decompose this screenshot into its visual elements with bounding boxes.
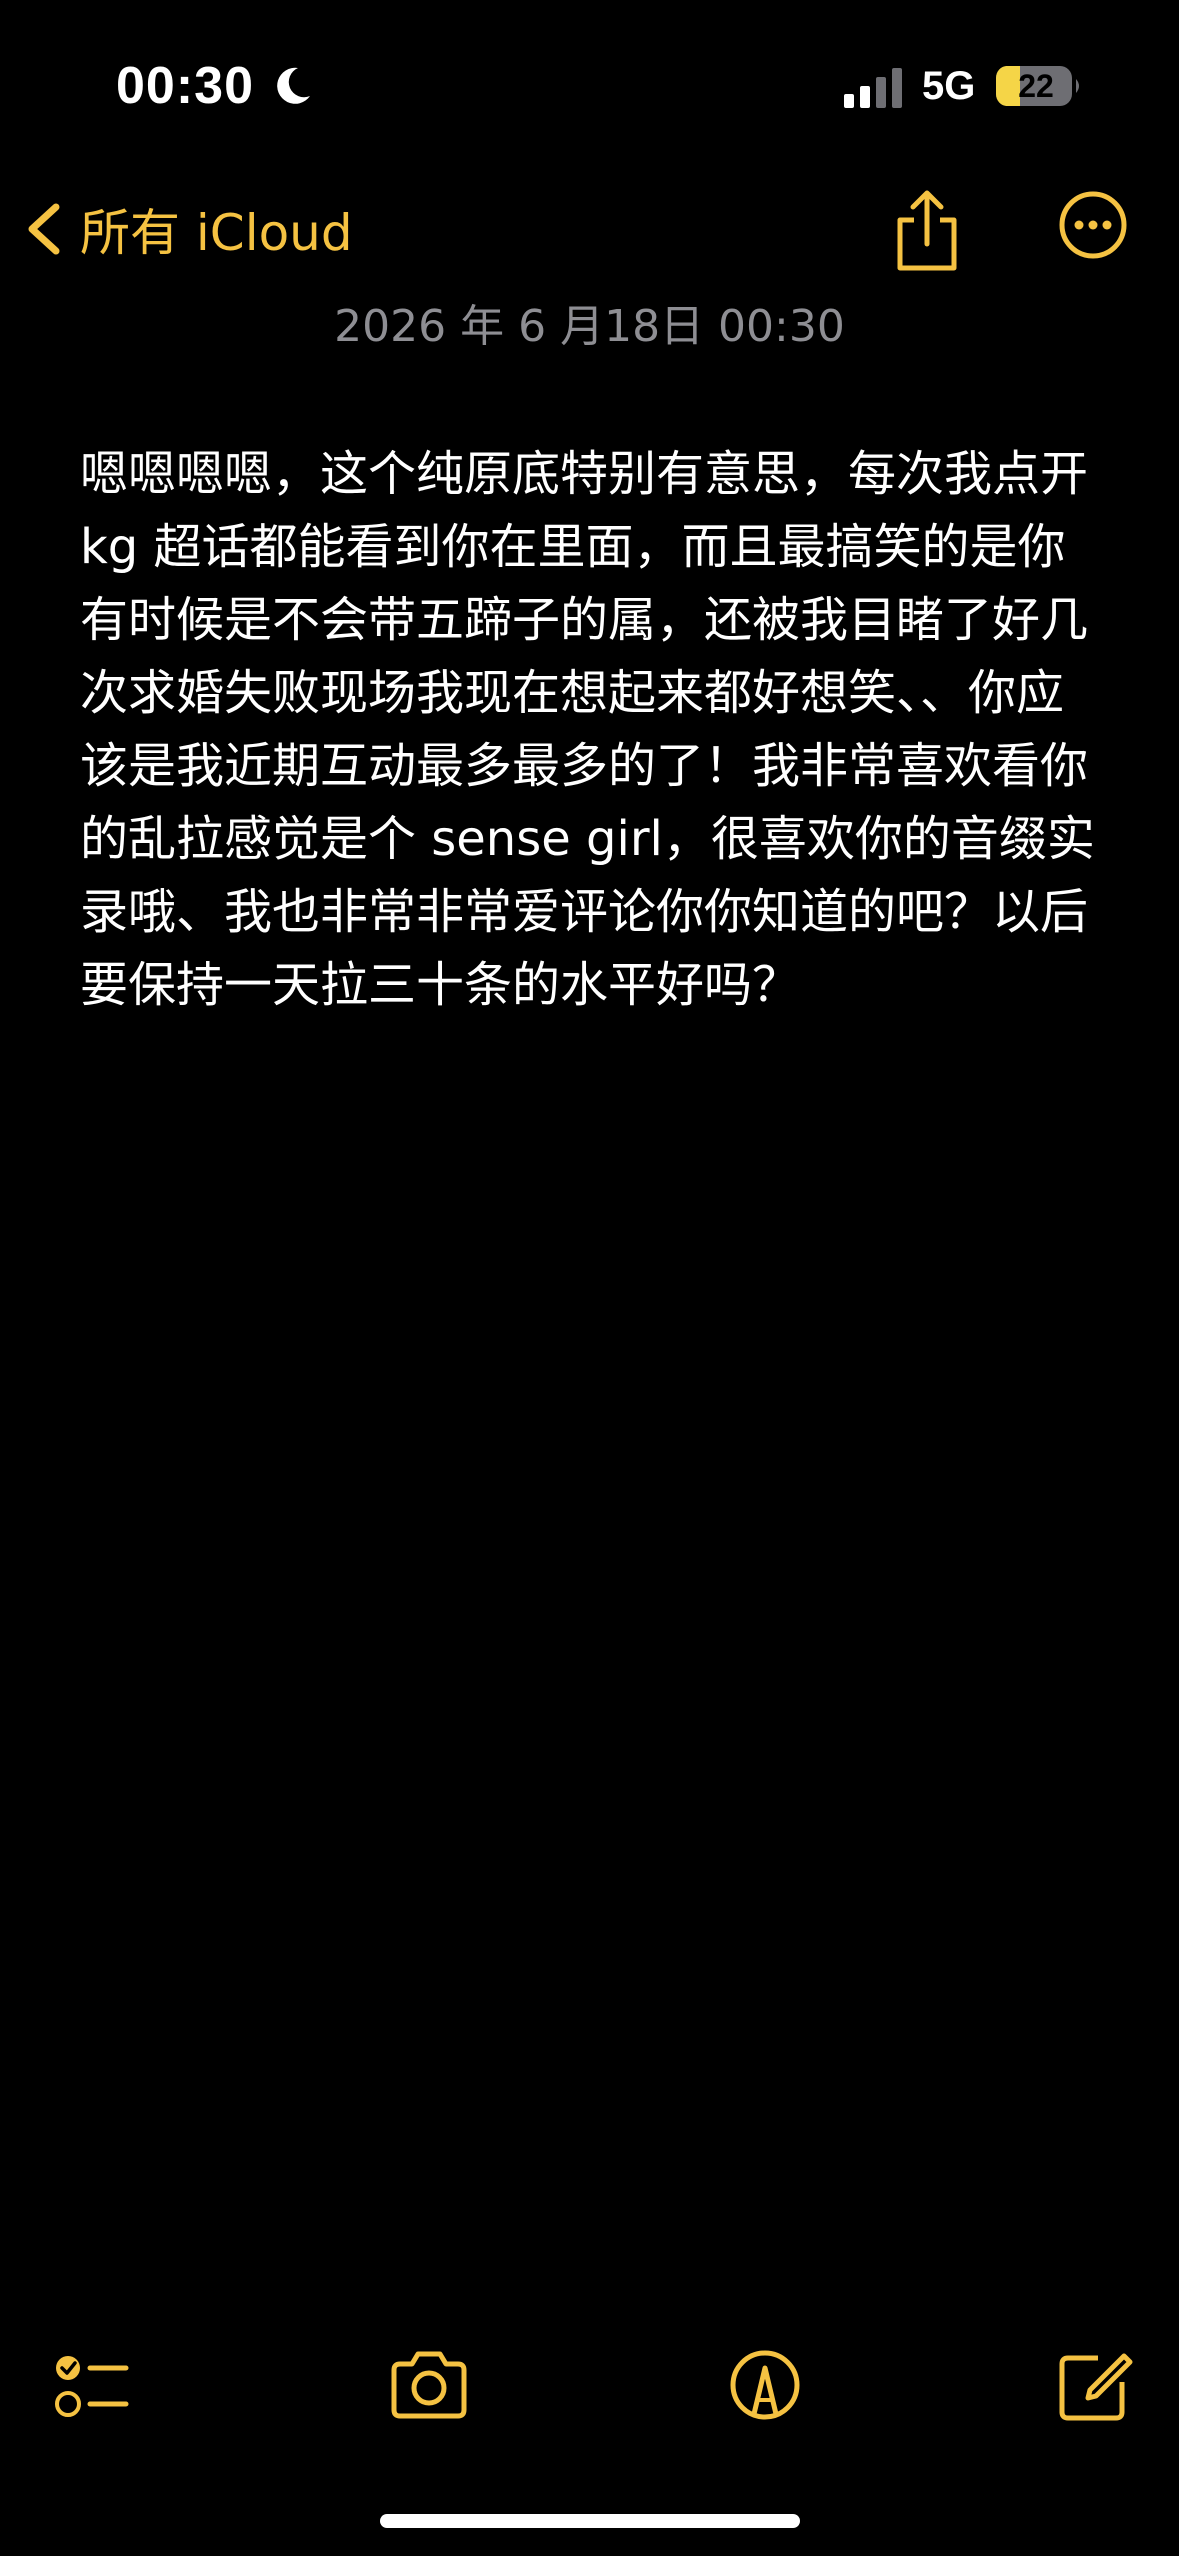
share-button[interactable] (892, 188, 962, 274)
note-date: 2026 年 6 月18日 00:30 (334, 301, 845, 352)
note-body[interactable]: 嗯嗯嗯嗯，这个纯原底特别有意思，每次我点开 kg 超话都能看到你在里面，而且最搞… (80, 438, 1100, 1022)
back-button-label: 所有 iCloud (80, 204, 353, 262)
bottom-toolbar (0, 2340, 1179, 2440)
share-icon (897, 190, 957, 271)
home-indicator[interactable] (380, 2514, 800, 2528)
battery-level-text: 22 (1018, 68, 1054, 104)
back-button[interactable]: 所有 iCloud (20, 186, 353, 272)
cellular-signal-icon (844, 68, 902, 108)
nav-bar: 所有 iCloud (0, 170, 1179, 290)
markup-pen-icon (730, 2350, 800, 2420)
compose-icon (1059, 2353, 1133, 2421)
moon-icon (277, 67, 310, 104)
checklist-button[interactable] (48, 2340, 138, 2430)
more-button[interactable] (1058, 190, 1128, 260)
checklist-icon (55, 2356, 129, 2417)
compose-button[interactable] (1050, 2340, 1140, 2430)
more-ellipsis-icon (1059, 191, 1127, 259)
status-bar: 00:30 5G 22 (0, 0, 1179, 150)
chevron-left-icon (28, 203, 60, 255)
status-time: 00:30 (116, 57, 254, 115)
markup-button[interactable] (720, 2340, 810, 2430)
network-type-label: 5G (922, 64, 976, 108)
camera-icon (391, 2351, 467, 2419)
camera-button[interactable] (384, 2340, 474, 2430)
